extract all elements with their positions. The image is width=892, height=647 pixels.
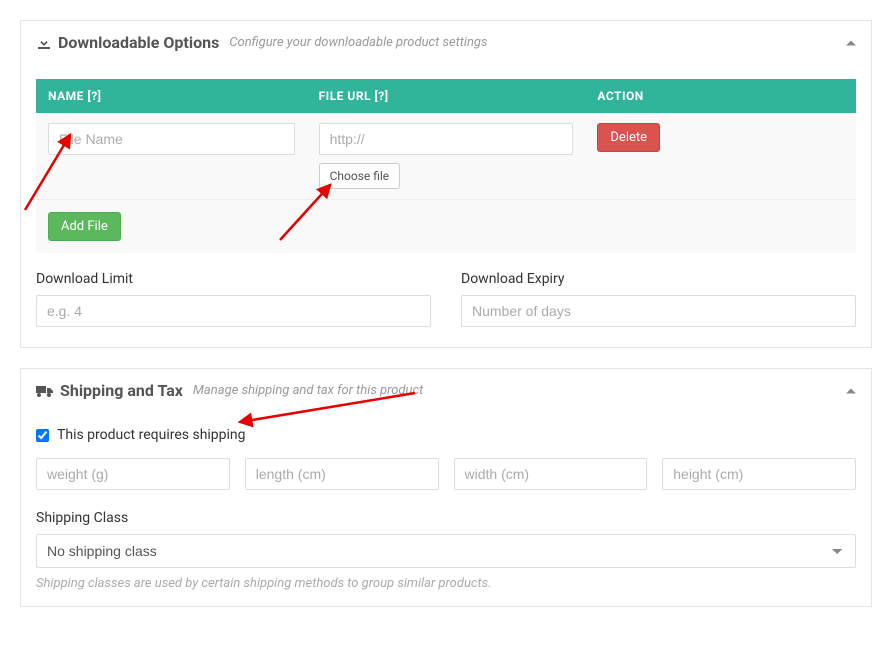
col-action-header: ACTION (585, 79, 856, 113)
collapse-caret-icon[interactable] (846, 388, 856, 393)
col-url-header: FILE URL [?] (307, 79, 586, 113)
truck-icon (36, 384, 54, 398)
collapse-caret-icon[interactable] (846, 40, 856, 45)
downloadable-subtitle: Configure your downloadable product sett… (229, 35, 487, 50)
add-file-button[interactable]: Add File (48, 212, 121, 241)
requires-shipping-label[interactable]: This product requires shipping (57, 427, 246, 443)
shipping-class-label: Shipping Class (36, 510, 856, 526)
download-expiry-input[interactable] (461, 295, 856, 327)
download-limit-input[interactable] (36, 295, 431, 327)
length-input[interactable] (245, 458, 439, 490)
choose-file-button[interactable]: Choose file (319, 163, 401, 189)
shipping-class-select[interactable]: No shipping class (36, 534, 856, 568)
download-expiry-label: Download Expiry (461, 271, 856, 287)
download-fields: Download Limit Download Expiry (36, 271, 856, 327)
file-row: Choose file Delete (36, 113, 856, 200)
page-container: Downloadable Options Configure your down… (20, 20, 872, 607)
file-url-input[interactable] (319, 123, 574, 155)
downloadable-body: NAME [?] FILE URL [?] ACTION Choose (21, 64, 871, 347)
dimensions-row (36, 458, 856, 490)
shipping-class-help: Shipping classes are used by certain shi… (36, 576, 856, 591)
downloadable-panel-header[interactable]: Downloadable Options Configure your down… (21, 21, 871, 64)
shipping-panel: Shipping and Tax Manage shipping and tax… (20, 368, 872, 607)
download-icon (36, 35, 52, 51)
files-table: NAME [?] FILE URL [?] ACTION Choose (36, 79, 856, 253)
downloadable-title: Downloadable Options (58, 33, 219, 52)
shipping-body: This product requires shipping Shipping … (21, 412, 871, 606)
downloadable-panel: Downloadable Options Configure your down… (20, 20, 872, 348)
shipping-panel-header[interactable]: Shipping and Tax Manage shipping and tax… (21, 369, 871, 412)
weight-input[interactable] (36, 458, 230, 490)
width-input[interactable] (454, 458, 648, 490)
download-limit-label: Download Limit (36, 271, 431, 287)
shipping-subtitle: Manage shipping and tax for this product (193, 383, 423, 398)
shipping-title: Shipping and Tax (60, 381, 183, 400)
file-name-input[interactable] (48, 123, 295, 155)
height-input[interactable] (662, 458, 856, 490)
requires-shipping-checkbox[interactable] (36, 429, 49, 442)
requires-shipping-row: This product requires shipping (36, 427, 856, 443)
delete-file-button[interactable]: Delete (597, 123, 660, 152)
col-name-header: NAME [?] (36, 79, 307, 113)
